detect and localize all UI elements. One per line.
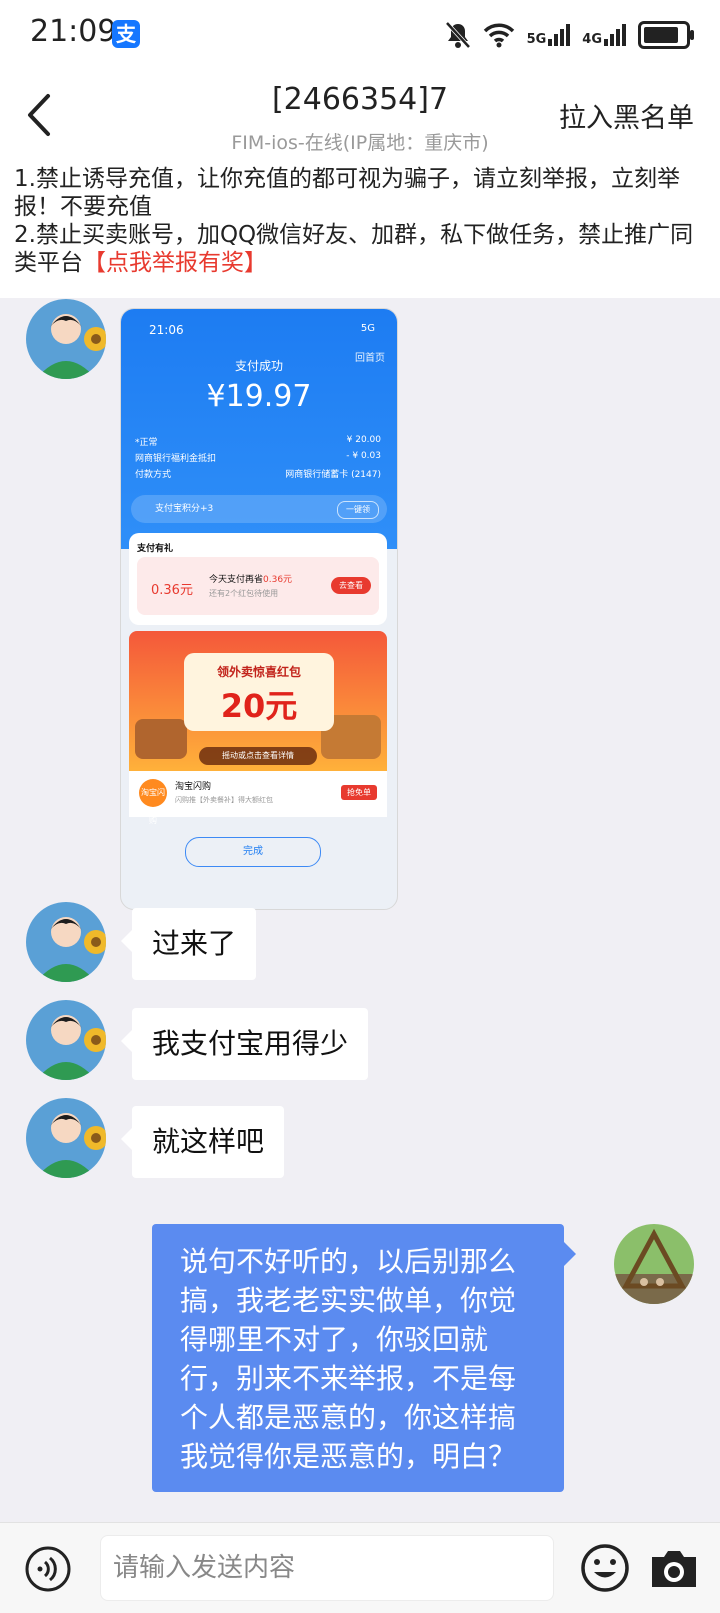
mute-bell-icon (445, 21, 471, 49)
emoji-icon[interactable] (580, 1543, 630, 1593)
voice-icon[interactable] (24, 1545, 72, 1593)
top-panel: 21:09 支 5G 4G [2466354]7 FIM-ios-在线(IP属地… (0, 0, 720, 298)
message-bubble[interactable]: 就这样吧 (120, 1106, 285, 1178)
message-input[interactable] (100, 1535, 554, 1601)
input-bar (0, 1522, 720, 1613)
pay-result-header: 21:06 5G 回首页 支付成功 ¥19.97 *正常 ¥ 20.00 网商银行… (121, 309, 397, 549)
avatar[interactable] (26, 1000, 106, 1080)
report-link[interactable]: 【点我举报有奖】 (83, 250, 267, 276)
net-label-1: 5G (526, 32, 547, 47)
avatar[interactable] (26, 902, 106, 982)
status-icons: 5G 4G (445, 18, 694, 52)
net-label-2: 4G (582, 32, 602, 47)
shot-row: 网商银行福利金抵扣 - ¥ 0.03 (135, 451, 381, 464)
shot-shop-row: 淘宝闪购 淘宝闪购 闪购推【外卖餐补】得大额红包 抢免单 (129, 771, 387, 825)
my-avatar[interactable] (614, 1224, 694, 1304)
camera-icon[interactable] (648, 1543, 700, 1593)
shot-promo-banner: 领外卖惊喜红包 20元 摇动或点击查看详情 (129, 631, 387, 771)
status-time: 21:09 (30, 14, 117, 49)
shot-time: 21:06 (149, 323, 184, 337)
avatar[interactable] (26, 1098, 106, 1178)
avatar[interactable] (26, 299, 106, 379)
message-bubble[interactable]: 过来了 (120, 908, 257, 980)
wifi-icon (483, 23, 514, 48)
battery-icon (638, 21, 694, 49)
alipay-icon: 支 (112, 20, 140, 48)
signal-icon: 4G (582, 24, 626, 46)
notice-line-1: 1.禁止诱导充值，让你充值的都可视为骗子，请立刻举报，立刻举报！不要充值 (14, 166, 680, 220)
shot-row: 付款方式 网商银行储蓄卡 (2147) (135, 470, 381, 480)
shot-net: 5G (360, 323, 375, 334)
blacklist-button[interactable]: 拉入黑名单 (559, 96, 694, 135)
payment-screenshot-image[interactable]: 21:06 5G 回首页 支付成功 ¥19.97 *正常 ¥ 20.00 网商银行… (120, 308, 398, 910)
my-message-bubble[interactable]: 说句不好听的，以后别那么搞，我老老实实做单，你觉得哪里不对了，你驳回就行，别来不… (152, 1224, 576, 1492)
shot-points: 支付宝积分+3 一键领 (131, 495, 387, 523)
shot-gift-card: 支付有礼 0.36元 今天支付再省0.36元 还有2个红包待使用 去查看 (129, 533, 387, 625)
status-bar: 21:09 支 5G 4G (0, 0, 720, 70)
shot-success: 支付成功 (234, 359, 283, 373)
shot-row: *正常 ¥ 20.00 (135, 435, 381, 448)
signal-icon: 5G (527, 24, 571, 46)
shot-amount: ¥19.97 (206, 379, 312, 414)
message-bubble[interactable]: 我支付宝用得少 (120, 1008, 369, 1080)
shot-done-button: 完成 (185, 837, 321, 867)
chat-header: [2466354]7 FIM-ios-在线(IP属地：重庆市) 拉入黑名单 (0, 70, 720, 165)
notice-banner: 1.禁止诱导充值，让你充值的都可视为骗子，请立刻举报，立刻举报！不要充值 2.禁… (14, 165, 714, 277)
